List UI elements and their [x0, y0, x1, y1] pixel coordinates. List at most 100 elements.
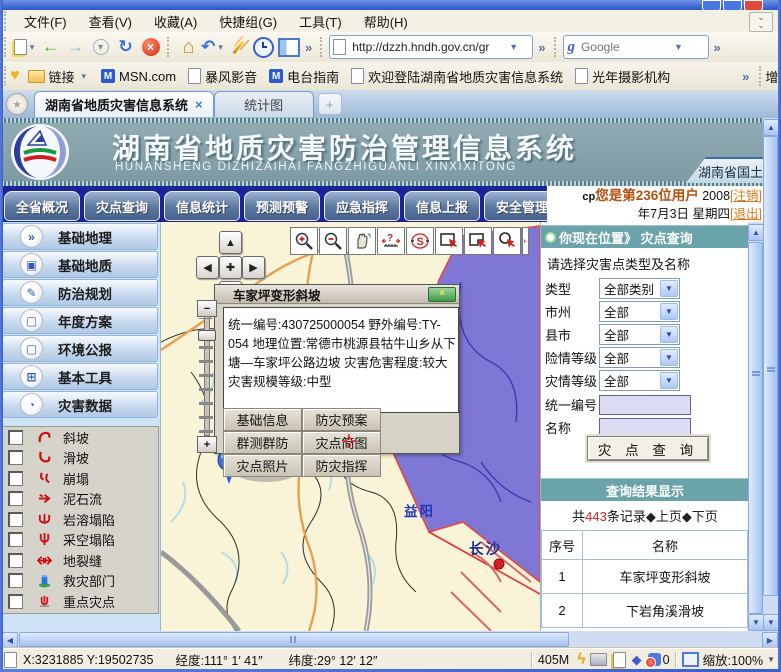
new-item-icon[interactable]: [613, 652, 626, 668]
layer-checkbox[interactable]: [8, 512, 23, 527]
sidebar-item-basic-geography[interactable]: »基础地理: [2, 223, 158, 250]
table-row[interactable]: 2 下岩角溪滑坡: [541, 594, 748, 628]
panel-scrollbar[interactable]: ▲ ▼: [748, 222, 763, 631]
undo-button[interactable]: ↶▾: [201, 35, 226, 60]
address-overflow-icon[interactable]: »: [538, 40, 545, 55]
layer-checkbox[interactable]: [8, 450, 23, 465]
menu-tools[interactable]: 工具(T): [288, 9, 353, 34]
pan-right-button[interactable]: ▶: [242, 256, 265, 279]
address-dropdown-icon[interactable]: ▼: [506, 42, 521, 52]
scrollbar-thumb[interactable]: [748, 242, 763, 614]
resize-window-icon[interactable]: [682, 652, 699, 667]
zoom-slider-minus-button[interactable]: −: [197, 300, 217, 317]
search-input[interactable]: [579, 39, 671, 55]
layer-checkbox[interactable]: [8, 573, 23, 588]
magic-wand-button[interactable]: [226, 35, 251, 60]
panels-button[interactable]: [276, 35, 301, 60]
county-select[interactable]: 全部▼: [599, 324, 680, 345]
popup-btn-group-monitor[interactable]: 群测群防: [223, 431, 302, 454]
menu-favorites[interactable]: 收藏(A): [143, 9, 208, 34]
refresh-button[interactable]: ↻: [113, 35, 138, 60]
layer-checkbox[interactable]: [8, 491, 23, 506]
bookmark-hunan-gis[interactable]: 欢迎登陆湖南省地质灾害信息系统: [351, 67, 563, 86]
favorites-heart-icon[interactable]: ♥: [10, 67, 20, 85]
sidebar-item-prevention-plan[interactable]: ✎防治规划: [2, 279, 158, 306]
layer-checkbox[interactable]: [8, 430, 23, 445]
nav-statistics[interactable]: 信息统计: [164, 191, 240, 221]
bookmark-guangnian[interactable]: 光年摄影机构: [575, 67, 670, 86]
search-dropdown-icon[interactable]: ▼: [671, 42, 686, 52]
bookmark-links-folder[interactable]: 链接▾: [28, 67, 90, 86]
layer-checkbox[interactable]: [8, 594, 23, 609]
logout-link[interactable]: [注销]: [730, 189, 762, 203]
scrollbar-thumb[interactable]: [763, 136, 778, 596]
bookmark-baofeng[interactable]: 暴风影音: [188, 67, 257, 86]
bookmark-msn[interactable]: MMSN.com: [101, 69, 176, 84]
lightning-icon[interactable]: ϟ: [577, 651, 585, 669]
popup-titlebar[interactable]: 车家坪变形斜坡 ×: [215, 285, 459, 304]
select-scale-button[interactable]: S: [406, 227, 434, 255]
search-box[interactable]: g ▼: [563, 35, 709, 59]
toolbar-grip[interactable]: [4, 11, 9, 31]
nav-forecast[interactable]: 预测预警: [244, 191, 320, 221]
zoom-slider-thumb[interactable]: [198, 330, 216, 341]
layer-checkbox[interactable]: [8, 532, 23, 547]
address-input[interactable]: [350, 39, 506, 55]
scroll-down-button[interactable]: ▼: [748, 614, 764, 631]
popup-btn-prevention-plan[interactable]: 防灾预案: [302, 408, 381, 431]
popup-btn-site-photo[interactable]: 灾点照片: [223, 454, 302, 477]
measure-button[interactable]: ?: [377, 227, 405, 255]
forward-button[interactable]: →: [63, 35, 88, 60]
table-row[interactable]: 1 车家坪变形斜坡: [541, 560, 748, 594]
nav-overview[interactable]: 全省概况: [4, 191, 80, 221]
toolbar-overflow-icon[interactable]: »: [305, 40, 312, 55]
toolbar-grip[interactable]: [759, 66, 761, 86]
zoom-slider-plus-button[interactable]: +: [197, 436, 217, 453]
sidebar-item-environment-bulletin[interactable]: ▢环境公报: [2, 335, 158, 362]
tab-active-gis[interactable]: 湖南省地质灾害信息系统×: [34, 91, 214, 117]
prev-page-link[interactable]: ◆上页: [646, 509, 682, 524]
scrollbar-thumb[interactable]: [19, 632, 569, 647]
page-scrollbar-vertical[interactable]: ▲ ▼: [763, 118, 778, 631]
counter-icon[interactable]: [648, 653, 661, 666]
city-select[interactable]: 全部▼: [599, 301, 680, 322]
next-page-link[interactable]: ◆下页: [682, 509, 718, 524]
toolbar-grip[interactable]: [167, 37, 172, 57]
exit-link[interactable]: [退出]: [730, 207, 762, 221]
query-submit-button[interactable]: 灾 点 查 询: [587, 436, 709, 461]
polygon-select-button[interactable]: [464, 227, 492, 255]
layer-checkbox[interactable]: [8, 553, 23, 568]
toolbar-grip[interactable]: [320, 37, 325, 57]
diamond-icon[interactable]: ◆: [632, 652, 642, 668]
pan-center-button[interactable]: ✚: [219, 256, 242, 279]
popup-close-button[interactable]: ×: [428, 287, 456, 302]
toolbar-grip[interactable]: [554, 37, 559, 57]
zoom-dropdown-icon[interactable]: ▼: [767, 655, 775, 664]
zoom-in-button[interactable]: [290, 227, 318, 255]
unified-id-input[interactable]: [599, 395, 691, 415]
scroll-up-button[interactable]: ▲: [763, 119, 779, 136]
sidebar-item-basic-geology[interactable]: ▣基础地质: [2, 251, 158, 278]
toolbar-grip[interactable]: [4, 37, 9, 57]
name-input[interactable]: [599, 418, 691, 438]
nav-emergency[interactable]: 应急指挥: [324, 191, 400, 221]
printer-icon[interactable]: [590, 653, 607, 666]
nav-report[interactable]: 信息上报: [404, 191, 480, 221]
type-select[interactable]: 全部类别▼: [599, 278, 680, 299]
menu-overflow-button[interactable]: ⌄⌄: [749, 12, 773, 32]
pan-hand-button[interactable]: [348, 227, 376, 255]
history-clock-button[interactable]: [251, 35, 276, 60]
menu-file[interactable]: 文件(F): [13, 9, 78, 34]
disaster-level-select[interactable]: 全部▼: [599, 370, 680, 391]
bookmark-radio[interactable]: M电台指南: [269, 67, 339, 86]
popup-btn-basic-info[interactable]: 基础信息: [223, 408, 302, 431]
back-button[interactable]: ←: [38, 35, 63, 60]
new-tab-button[interactable]: +: [318, 93, 342, 115]
menu-view[interactable]: 查看(V): [78, 9, 143, 34]
history-dropdown-button[interactable]: ▾: [88, 35, 113, 60]
scroll-left-button[interactable]: ◀: [2, 632, 18, 649]
stop-button[interactable]: ×: [138, 35, 163, 60]
scroll-right-button[interactable]: ▶: [762, 632, 778, 649]
page-scrollbar-horizontal[interactable]: ◀ ▶: [0, 631, 781, 648]
nav-disaster-query[interactable]: 灾点查询: [84, 191, 160, 221]
